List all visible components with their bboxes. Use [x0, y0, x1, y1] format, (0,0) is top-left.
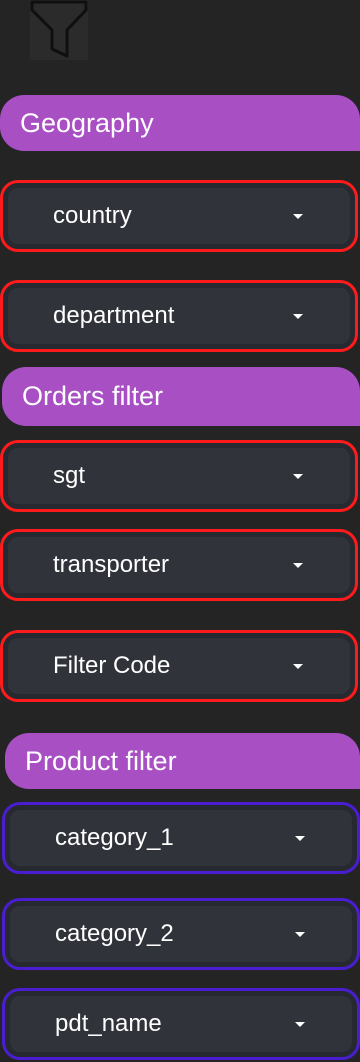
dropdown-country[interactable]: country — [0, 180, 358, 252]
dropdown-field[interactable]: department — [8, 288, 350, 344]
section-header-geography: Geography — [0, 95, 360, 151]
caret-down-icon[interactable] — [295, 836, 305, 841]
caret-down-icon[interactable] — [293, 474, 303, 479]
section-title: Product filter — [25, 745, 177, 776]
caret-down-icon[interactable] — [293, 563, 303, 568]
caret-down-icon[interactable] — [293, 664, 303, 669]
dropdown-category-2[interactable]: category_2 — [2, 898, 360, 970]
dropdown-department[interactable]: department — [0, 280, 358, 352]
dropdown-field[interactable]: pdt_name — [10, 996, 352, 1052]
dropdown-field[interactable]: transporter — [8, 537, 350, 593]
dropdown-label: pdt_name — [55, 1010, 162, 1037]
dropdown-field[interactable]: sgt — [8, 448, 350, 504]
dropdown-label: country — [53, 202, 132, 229]
dropdown-label: transporter — [53, 551, 170, 578]
dropdown-field[interactable]: Filter Code — [8, 638, 350, 694]
dropdown-filter-code[interactable]: Filter Code — [0, 630, 358, 702]
dropdown-field[interactable]: category_2 — [10, 906, 352, 962]
section-header-orders-filter: Orders filter — [2, 367, 360, 426]
section-title: Geography — [20, 107, 154, 138]
dropdown-sgt[interactable]: sgt — [0, 440, 358, 512]
dropdown-field[interactable]: country — [8, 188, 350, 244]
dropdown-pdt-name[interactable]: pdt_name — [2, 988, 360, 1060]
dropdown-field[interactable]: category_1 — [10, 810, 352, 866]
filter-funnel-icon[interactable] — [30, 0, 88, 60]
caret-down-icon[interactable] — [295, 932, 305, 937]
caret-down-icon[interactable] — [295, 1022, 305, 1027]
caret-down-icon[interactable] — [293, 214, 303, 219]
dropdown-label: sgt — [53, 462, 86, 489]
dropdown-label: Filter Code — [53, 652, 171, 679]
dropdown-label: category_1 — [55, 824, 174, 851]
caret-down-icon[interactable] — [293, 314, 303, 319]
dropdown-transporter[interactable]: transporter — [0, 529, 358, 601]
section-title: Orders filter — [22, 381, 164, 411]
section-header-product-filter: Product filter — [5, 733, 360, 789]
dropdown-label: category_2 — [55, 920, 174, 947]
dropdown-label: department — [53, 302, 175, 329]
dropdown-category-1[interactable]: category_1 — [2, 802, 360, 874]
